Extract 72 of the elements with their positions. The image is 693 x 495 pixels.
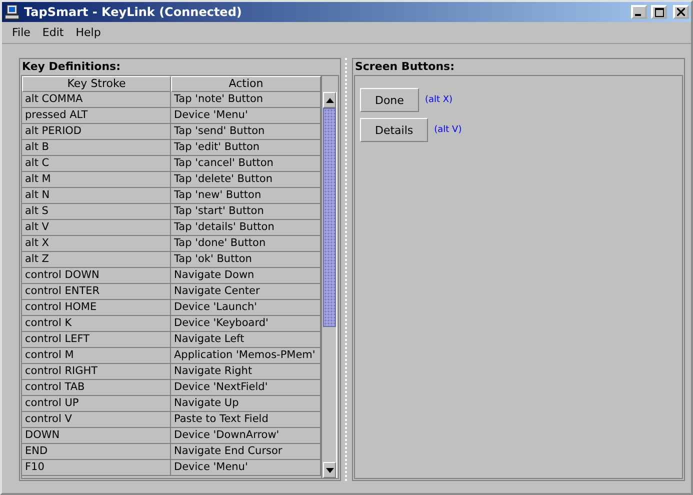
close-icon: [677, 8, 685, 16]
table-cell: control V: [22, 412, 171, 428]
column-header[interactable]: Key Stroke: [22, 76, 171, 92]
shortcut-label: (alt V): [434, 125, 462, 135]
table-cell: control LEFT: [22, 332, 171, 348]
table-cell: pressed ALT: [22, 108, 171, 124]
computer-icon: [4, 4, 20, 20]
table-cell: Navigate End Cursor: [171, 444, 321, 460]
table-cell: alt B: [22, 140, 171, 156]
table-cell: control TAB: [22, 380, 171, 396]
table-cell: Paste to Text Field: [171, 412, 321, 428]
column-header[interactable]: Action: [171, 76, 321, 92]
table-cell: Device 'Launch': [171, 300, 321, 316]
table-cell: control HOME: [22, 300, 171, 316]
up-arrow-icon: [326, 98, 334, 102]
maximize-icon: [654, 8, 664, 16]
vertical-scrollbar[interactable]: [323, 92, 337, 478]
table-cell: alt S: [22, 204, 171, 220]
table-cell: alt V: [22, 220, 171, 236]
scroll-down-button[interactable]: [323, 462, 336, 478]
table-cell: alt Z: [22, 252, 171, 268]
menu-item[interactable]: Edit: [36, 26, 70, 39]
table-cell: DOWN: [22, 428, 171, 444]
scroll-up-button[interactable]: [323, 92, 336, 108]
table-cell: control UP: [22, 396, 171, 412]
table-cell: Application 'Memos-PMem': [171, 348, 321, 364]
panel-title: Screen Buttons:: [354, 59, 456, 75]
menu-item[interactable]: File: [6, 26, 36, 39]
table-cell: Navigate Right: [171, 364, 321, 380]
table-cell: alt M: [22, 172, 171, 188]
table-cell: alt PERIOD: [22, 124, 171, 140]
shortcut-label: (alt X): [424, 95, 453, 105]
table-cell: control DOWN: [22, 268, 171, 284]
table-cell: Device 'Menu': [171, 108, 321, 124]
menu-item[interactable]: Help: [70, 26, 107, 39]
table-cell: Navigate Center: [171, 284, 321, 300]
table-cell: Device 'Menu': [171, 460, 321, 476]
table-cell: Tap 'ok' Button: [171, 252, 321, 268]
table-cell: F10: [22, 460, 171, 476]
table-cell: Tap 'start' Button: [171, 204, 321, 220]
table-cell: alt N: [22, 188, 171, 204]
table-cell: Tap 'send' Button: [171, 124, 321, 140]
minimize-button[interactable]: [631, 5, 647, 19]
table-cell: END: [22, 444, 171, 460]
table-cell: alt C: [22, 156, 171, 172]
table-cell: control K: [22, 316, 171, 332]
table-cell: Tap 'done' Button: [171, 236, 321, 252]
table-cell: control M: [22, 348, 171, 364]
close-button[interactable]: [673, 5, 689, 19]
table-cell: control RIGHT: [22, 364, 171, 380]
window-title: TapSmart - KeyLink (Connected): [24, 5, 243, 19]
table-cell: Navigate Left: [171, 332, 321, 348]
table-cell: alt COMMA: [22, 92, 171, 108]
scroll-thumb[interactable]: [323, 108, 336, 327]
maximize-button[interactable]: [651, 5, 667, 19]
table-cell: Tap 'edit' Button: [171, 140, 321, 156]
table-cell: alt X: [22, 236, 171, 252]
table-cell: Navigate Down: [171, 268, 321, 284]
table-cell: Device 'Keyboard': [171, 316, 321, 332]
table-cell: Tap 'new' Button: [171, 188, 321, 204]
table-cell: control ENTER: [22, 284, 171, 300]
screen-button[interactable]: Done: [360, 88, 419, 112]
table-cell: Device 'NextField': [171, 380, 321, 396]
table-cell: Tap 'delete' Button: [171, 172, 321, 188]
table-cell: Tap 'note' Button: [171, 92, 321, 108]
table-cell: Navigate Up: [171, 396, 321, 412]
table-cell: Device 'DownArrow': [171, 428, 321, 444]
table-cell: Tap 'details' Button: [171, 220, 321, 236]
panel-title: Key Definitions:: [21, 59, 122, 75]
screen-button[interactable]: Details: [360, 118, 428, 142]
table-cell: Tap 'cancel' Button: [171, 156, 321, 172]
down-arrow-icon: [326, 468, 334, 472]
